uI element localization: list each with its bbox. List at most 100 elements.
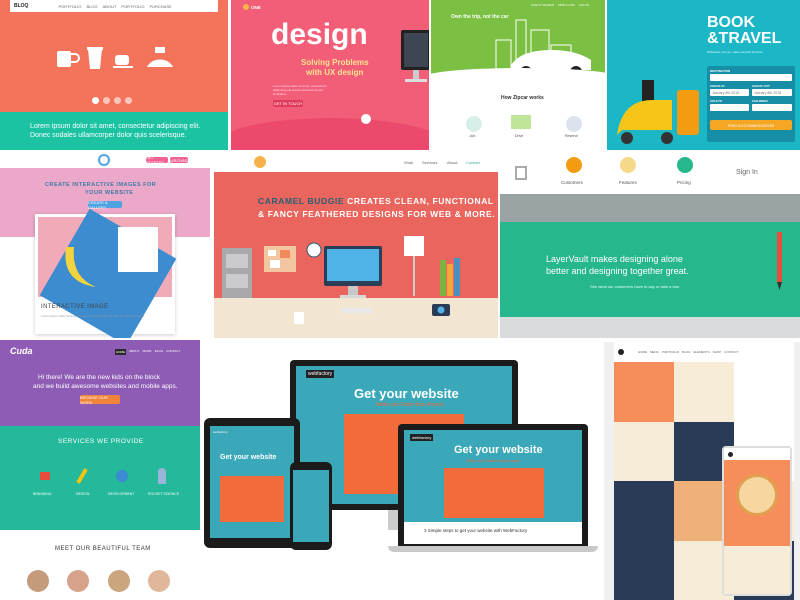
service-development: DEVELOPMENT — [108, 492, 135, 496]
pencil-icon — [777, 232, 782, 290]
team-avatar[interactable] — [27, 570, 49, 592]
design-cta-button[interactable]: GET IN TOUCH — [273, 100, 303, 107]
laptop-device: webfactory Get your website Better and F… — [398, 424, 588, 546]
children-select[interactable] — [752, 104, 792, 111]
slider-dot[interactable] — [114, 97, 121, 104]
service-branding: BRANDING — [33, 492, 52, 496]
find-accommodation-button[interactable]: FIND ACCOMMODATION — [710, 120, 792, 130]
laptop-top-edge — [500, 194, 800, 222]
grid-tile[interactable] — [614, 540, 674, 600]
caramel-nav-contact[interactable]: Contact — [466, 160, 480, 165]
label-destination: DESTINATION — [710, 69, 731, 73]
check-in-input[interactable]: January 5th 2018 — [710, 89, 749, 96]
get-started-button[interactable]: GET STARTED — [146, 155, 168, 165]
bloq-nav-blog[interactable]: BLOG — [87, 4, 98, 9]
cuda-hero-line-2: and we build awesome websites and mobile… — [33, 383, 178, 390]
interactive-nav-bar: GET STARTED PURCHASE — [0, 152, 210, 168]
slider-dot[interactable] — [103, 97, 110, 104]
zipcar-step-label-drive: Drive — [515, 134, 524, 138]
pinboard-icon — [264, 246, 296, 272]
layervault-subline[interactable]: See what our customers have to say or ta… — [590, 284, 679, 289]
coffee-pot-icon — [147, 47, 173, 67]
cuda-nav-blog[interactable]: BLOG — [155, 349, 163, 355]
customers-avatar-icon[interactable] — [566, 157, 582, 173]
food-tile: HOME MENU PORTFOLIO BLOG ELEMENTS SHOP C… — [604, 342, 800, 600]
tablet-brand[interactable]: webfactory — [213, 430, 228, 434]
design-top-bar: ONE — [231, 0, 429, 14]
pizza-icon — [736, 474, 778, 516]
food-nav-home[interactable]: HOME — [638, 350, 647, 354]
desktop-subhead: Better and Faster than Anyone — [376, 402, 444, 408]
food-nav-menu[interactable]: MENU — [650, 350, 659, 354]
label-children: CHILDREN — [752, 99, 768, 103]
food-logo-icon[interactable] — [618, 349, 624, 355]
grid-tile[interactable] — [614, 481, 674, 541]
laptop-subhead: Better and Faster than Anyone — [466, 458, 521, 463]
nav-customers[interactable]: Customers — [561, 180, 583, 185]
cuda-logo[interactable]: Cuda — [10, 346, 33, 356]
zipcar-step-label-reserve: Reserve — [565, 134, 579, 138]
banana-icon — [65, 247, 96, 287]
cuda-nav-contact[interactable]: CONTACT — [166, 349, 180, 355]
cuda-tile: Cuda HOME ABOUT WORK BLOG CONTACT Hi the… — [0, 340, 200, 600]
phone-device — [290, 462, 332, 550]
features-lightbulb-icon[interactable] — [620, 157, 636, 173]
mobile-logo-icon[interactable] — [728, 451, 733, 457]
caramel-nav-services[interactable]: Services — [422, 160, 437, 165]
grid-tile[interactable] — [614, 421, 674, 481]
zipcar-nav-find[interactable]: FIND A CAR — [558, 3, 575, 7]
filing-cabinet-icon — [222, 248, 252, 306]
book-travel-subtitle: Whenever you go, make yourself at home — [707, 50, 763, 54]
design-logo[interactable]: ONE — [251, 5, 261, 10]
slider-dot[interactable] — [125, 97, 132, 104]
layervault-logo-icon[interactable] — [515, 166, 527, 180]
nav-pricing[interactable]: Pricing — [677, 180, 691, 185]
tablet-headline: Get your website — [220, 454, 277, 461]
layervault-headline-1: LayerVault makes designing alone — [546, 254, 683, 264]
bloq-nav-about[interactable]: ABOUT — [103, 4, 117, 9]
desktop-brand[interactable]: webfactory — [306, 370, 335, 378]
laptop-brand[interactable]: webfactory — [410, 434, 434, 441]
pizza-tile[interactable] — [614, 362, 674, 422]
food-nav-elements[interactable]: ELEMENTS — [693, 350, 709, 354]
browse-work-button[interactable]: BROWSE OUR WORK — [80, 395, 120, 405]
food-nav-blog[interactable]: BLOG — [682, 350, 690, 354]
laptop-hero-art — [444, 468, 544, 518]
purchase-button[interactable]: PURCHASE — [168, 157, 190, 163]
pricing-register-icon[interactable] — [677, 157, 693, 173]
destination-input[interactable] — [710, 74, 792, 81]
cuda-nav-home[interactable]: HOME — [115, 349, 126, 355]
food-nav-contact[interactable]: CONTACT — [724, 350, 738, 354]
sign-in-link[interactable]: Sign In — [736, 169, 758, 176]
toolbox-tile[interactable] — [674, 362, 734, 422]
bloq-logo[interactable]: BLOQ — [14, 3, 28, 9]
design-scroll-button[interactable] — [361, 114, 371, 124]
team-avatar[interactable] — [67, 570, 89, 592]
food-mobile-device — [722, 446, 792, 596]
team-avatar[interactable] — [108, 570, 130, 592]
caramel-headline-1: CARAMEL BUDGIE CREATES CLEAN, FUNCTIONAL — [258, 196, 494, 206]
caramel-logo-icon[interactable] — [254, 156, 266, 168]
bloq-nav-portfolio[interactable]: PORTFOLIO — [58, 4, 81, 9]
bloq-nav-portfolio-2[interactable]: PORTFOLIO — [121, 4, 144, 9]
books-icon — [440, 258, 460, 296]
adults-select[interactable] — [710, 104, 749, 111]
bloq-nav-purchase[interactable]: PURCHASE — [149, 4, 171, 9]
zipcar-nav-login[interactable]: LOG IN — [579, 3, 589, 7]
zipcar-nav-how[interactable]: HOW IT WORKS — [531, 3, 554, 7]
interactive-card[interactable]: INTERACTIVE IMAGE Lorem ipsum dolor sit … — [35, 208, 177, 338]
slider-dot[interactable] — [92, 97, 99, 104]
nav-features[interactable]: Features — [619, 180, 637, 185]
caramel-nav-work[interactable]: Work — [404, 160, 413, 165]
food-nav-portfolio[interactable]: PORTFOLIO — [662, 350, 679, 354]
phone-screen — [293, 470, 329, 542]
food-nav-shop[interactable]: SHOP — [713, 350, 722, 354]
grid-tile[interactable] — [734, 362, 794, 422]
cuda-nav-about[interactable]: ABOUT — [129, 349, 139, 355]
cuda-nav-work[interactable]: WORK — [142, 349, 151, 355]
interactive-logo-icon[interactable] — [98, 154, 110, 166]
team-avatar[interactable] — [148, 570, 170, 592]
create-gallery-button[interactable]: CREATE A GALLERY — [88, 200, 122, 210]
caramel-nav-about[interactable]: About — [447, 160, 457, 165]
check-out-input[interactable]: January 8th 2018 — [752, 89, 792, 96]
